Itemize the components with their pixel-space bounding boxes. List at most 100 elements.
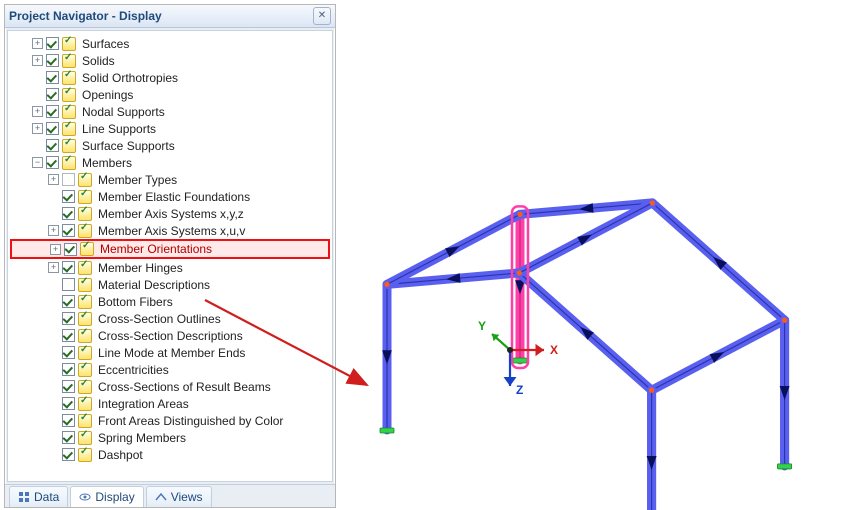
tree-row[interactable]: + Surfaces	[10, 35, 330, 52]
checkbox[interactable]	[62, 431, 75, 444]
expand-icon[interactable]: +	[32, 38, 43, 49]
expand-icon[interactable]: +	[32, 106, 43, 117]
checkbox[interactable]	[46, 88, 59, 101]
category-icon	[78, 207, 92, 221]
checkbox[interactable]	[64, 243, 77, 256]
tree-row[interactable]: Bottom Fibers	[10, 293, 330, 310]
tree-row[interactable]: Cross-Section Outlines	[10, 310, 330, 327]
tree-row[interactable]: Member Elastic Foundations	[10, 188, 330, 205]
expander-placeholder	[48, 313, 59, 324]
collapse-icon[interactable]: −	[32, 157, 43, 168]
tree-row[interactable]: Cross-Sections of Result Beams	[10, 378, 330, 395]
category-icon	[78, 380, 92, 394]
checkbox[interactable]	[46, 54, 59, 67]
expand-icon[interactable]: +	[48, 262, 59, 273]
tree-row[interactable]: Openings	[10, 86, 330, 103]
tree-label: Members	[80, 156, 134, 170]
display-tree: + Surfaces+SolidsSolid OrthotropiesOpenin…	[8, 31, 332, 467]
tab-label: Data	[34, 490, 59, 504]
expander-placeholder	[48, 296, 59, 307]
checkbox[interactable]	[62, 329, 75, 342]
checkbox[interactable]	[46, 122, 59, 135]
expander-placeholder	[48, 398, 59, 409]
svg-text:Y: Y	[478, 319, 486, 333]
tree-label: Cross-Section Descriptions	[96, 329, 245, 343]
expand-icon[interactable]: +	[32, 55, 43, 66]
tree-label: Surfaces	[80, 37, 131, 51]
model-viewport[interactable]: X Y Z	[340, 0, 856, 510]
expand-icon[interactable]: +	[32, 123, 43, 134]
checkbox[interactable]	[62, 295, 75, 308]
tab-label: Views	[171, 490, 203, 504]
tree-row[interactable]: + Member Types	[10, 171, 330, 188]
model-svg: X Y Z	[340, 0, 856, 510]
tree-row[interactable]: Dashpot	[10, 446, 330, 463]
checkbox[interactable]	[62, 414, 75, 427]
tree-row[interactable]: Integration Areas	[10, 395, 330, 412]
expand-icon[interactable]: +	[50, 244, 61, 255]
checkbox[interactable]	[62, 380, 75, 393]
close-button[interactable]: ✕	[313, 7, 331, 25]
tree-row[interactable]: Member Axis Systems x,y,z	[10, 205, 330, 222]
checkbox[interactable]	[62, 363, 75, 376]
tree-row[interactable]: Front Areas Distinguished by Color	[10, 412, 330, 429]
checkbox[interactable]	[62, 224, 75, 237]
tree-row[interactable]: Surface Supports	[10, 137, 330, 154]
tree-label: Front Areas Distinguished by Color	[96, 414, 285, 428]
tab-views[interactable]: Views	[146, 486, 212, 507]
tab-data[interactable]: Data	[9, 486, 68, 507]
checkbox[interactable]	[62, 312, 75, 325]
tree-row[interactable]: Material Descriptions	[10, 276, 330, 293]
category-icon	[78, 278, 92, 292]
expander-placeholder	[48, 415, 59, 426]
checkbox[interactable]	[46, 71, 59, 84]
tree-label: Member Types	[96, 173, 179, 187]
checkbox[interactable]	[62, 448, 75, 461]
checkbox[interactable]	[62, 207, 75, 220]
tree-row[interactable]: +Nodal Supports	[10, 103, 330, 120]
tree-label: Integration Areas	[96, 397, 191, 411]
checkbox[interactable]	[62, 397, 75, 410]
tree-row[interactable]: +Member Hinges	[10, 259, 330, 276]
category-icon	[78, 414, 92, 428]
category-icon	[78, 312, 92, 326]
checkbox[interactable]	[62, 173, 75, 186]
tab-display[interactable]: Display	[70, 486, 143, 507]
tree-row[interactable]: + Member Orientations	[10, 239, 330, 259]
tree-row[interactable]: + Line Supports	[10, 120, 330, 137]
checkbox[interactable]	[62, 190, 75, 203]
expander-placeholder	[32, 72, 43, 83]
expand-icon[interactable]: +	[48, 174, 59, 185]
data-tab-icon	[18, 491, 30, 503]
category-icon	[62, 88, 76, 102]
tree-scroll[interactable]: + Surfaces+SolidsSolid OrthotropiesOpenin…	[7, 30, 333, 482]
tree-row[interactable]: Eccentricities	[10, 361, 330, 378]
tree-label: Member Orientations	[98, 242, 214, 256]
checkbox[interactable]	[46, 156, 59, 169]
svg-text:Z: Z	[516, 383, 523, 397]
tree-row[interactable]: +Solids	[10, 52, 330, 69]
checkbox[interactable]	[46, 139, 59, 152]
tree-row[interactable]: +Member Axis Systems x,u,v	[10, 222, 330, 239]
checkbox[interactable]	[46, 105, 59, 118]
checkbox[interactable]	[62, 261, 75, 274]
tree-row[interactable]: Solid Orthotropies	[10, 69, 330, 86]
svg-text:X: X	[550, 343, 558, 357]
expand-icon[interactable]: +	[48, 225, 59, 236]
expander-placeholder	[48, 449, 59, 460]
tree-row[interactable]: Cross-Section Descriptions	[10, 327, 330, 344]
category-icon	[62, 122, 76, 136]
checkbox[interactable]	[62, 346, 75, 359]
checkbox[interactable]	[46, 37, 59, 50]
expander-placeholder	[48, 432, 59, 443]
category-icon	[78, 397, 92, 411]
category-icon	[78, 173, 92, 187]
checkbox[interactable]	[62, 278, 75, 291]
tree-label: Line Supports	[80, 122, 158, 136]
tree-row[interactable]: Spring Members	[10, 429, 330, 446]
category-icon	[78, 224, 92, 238]
tree-row[interactable]: − Members	[10, 154, 330, 171]
titlebar: Project Navigator - Display ✕	[5, 5, 335, 28]
category-icon	[62, 54, 76, 68]
tree-row[interactable]: Line Mode at Member Ends	[10, 344, 330, 361]
